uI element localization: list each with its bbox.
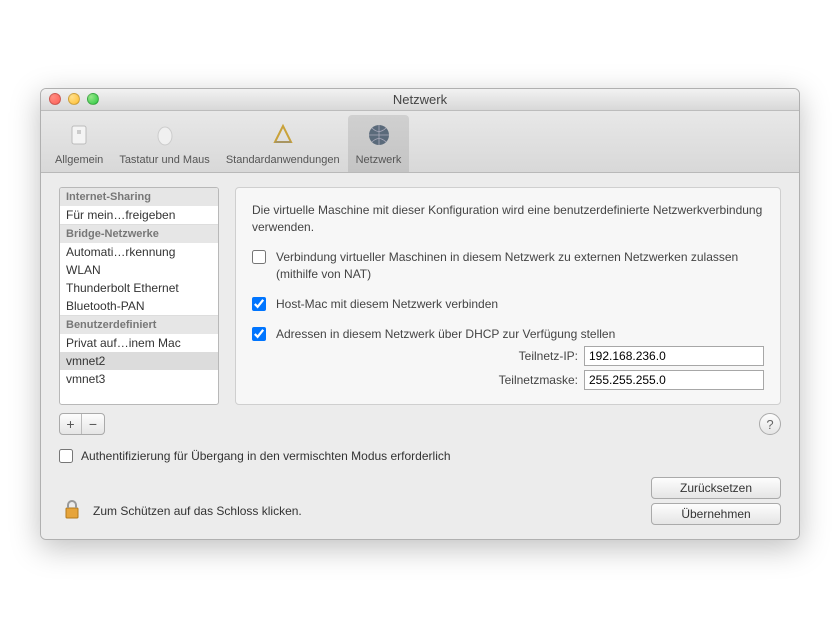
content-area: Internet-Sharing Für mein…freigeben Brid… [41,173,799,539]
sidebar-header: Bridge-Netzwerke [60,224,218,243]
tab-default-apps[interactable]: Standardanwendungen [218,115,348,172]
detail-description: Die virtuelle Maschine mit dieser Konfig… [252,202,764,236]
sidebar-item-sharing[interactable]: Für mein…freigeben [60,206,218,224]
tab-label: Standardanwendungen [226,154,340,166]
host-connect-checkbox[interactable] [252,297,266,311]
titlebar: Netzwerk [41,89,799,111]
sidebar-header: Benutzerdefiniert [60,315,218,334]
network-icon [363,119,395,151]
sidebar-item-vmnet2[interactable]: vmnet2 [60,352,218,370]
remove-button[interactable]: − [82,414,104,434]
dhcp-label: Adressen in diesem Netzwerk über DHCP zu… [276,326,615,342]
sidebar-item-vmnet3[interactable]: vmnet3 [60,370,218,388]
tab-general[interactable]: Allgemein [47,115,111,172]
dhcp-checkbox[interactable] [252,327,266,341]
tab-label: Tastatur und Maus [119,154,210,166]
subnet-mask-input[interactable] [584,370,764,390]
lock-text: Zum Schützen auf das Schloss klicken. [93,504,302,518]
subnet-mask-label: Teilnetzmaske: [499,373,578,387]
apply-button[interactable]: Übernehmen [651,503,781,525]
nat-label: Verbindung virtueller Maschinen in diese… [276,249,764,281]
sidebar-header: Internet-Sharing [60,188,218,206]
sidebar-item-wlan[interactable]: WLAN [60,261,218,279]
nat-checkbox[interactable] [252,250,266,264]
auth-label: Authentifizierung für Übergang in den ve… [81,449,451,463]
add-remove-control: + − [59,413,105,435]
switch-icon [63,119,95,151]
detail-panel: Die virtuelle Maschine mit dieser Konfig… [235,187,781,405]
sidebar-item-private[interactable]: Privat auf…inem Mac [60,334,218,352]
subnet-ip-input[interactable] [584,346,764,366]
tab-label: Netzwerk [356,154,402,166]
help-button[interactable]: ? [759,413,781,435]
reset-button[interactable]: Zurücksetzen [651,477,781,499]
tab-network[interactable]: Netzwerk [348,115,410,172]
tab-keyboard-mouse[interactable]: Tastatur und Maus [111,115,218,172]
sidebar-item-thunderbolt[interactable]: Thunderbolt Ethernet [60,279,218,297]
sidebar-item-autodetect[interactable]: Automati…rkennung [60,243,218,261]
window-title: Netzwerk [41,92,799,107]
add-button[interactable]: + [60,414,82,434]
apps-icon [267,119,299,151]
tab-label: Allgemein [55,154,103,166]
host-connect-label: Host-Mac mit diesem Netzwerk verbinden [276,296,498,312]
network-list: Internet-Sharing Für mein…freigeben Brid… [59,187,219,405]
preferences-window: Netzwerk Allgemein Tastatur und Maus Sta… [40,88,800,540]
lock-icon[interactable] [59,496,85,525]
traffic-lights [41,93,99,105]
mouse-icon [149,119,181,151]
toolbar: Allgemein Tastatur und Maus Standardanwe… [41,111,799,173]
zoom-icon[interactable] [87,93,99,105]
minimize-icon[interactable] [68,93,80,105]
auth-checkbox[interactable] [59,449,73,463]
close-icon[interactable] [49,93,61,105]
sidebar-item-bluetooth[interactable]: Bluetooth-PAN [60,297,218,315]
subnet-ip-label: Teilnetz-IP: [519,349,578,363]
